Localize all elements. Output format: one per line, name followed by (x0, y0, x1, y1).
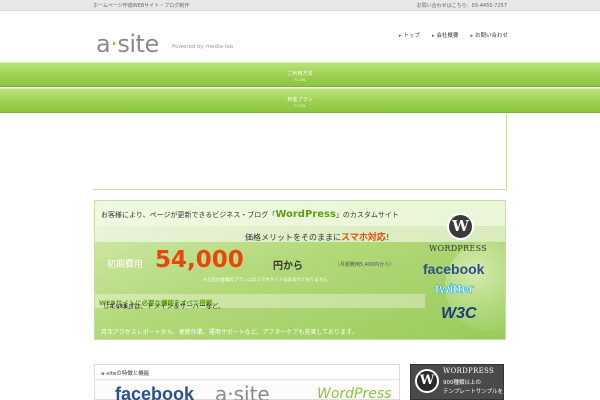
wordpress-icon: W (415, 369, 439, 393)
site-tagline: ホームページ作成WEBサイト・ブログ制作 (93, 3, 190, 9)
nav-item-sublabel: FLOW (293, 104, 307, 108)
sidead-line1: 900種類以上の (443, 380, 481, 386)
section-header: a-siteの特徴と機能 (95, 365, 399, 380)
divider-horizontal (93, 189, 507, 190)
nav-item-sublabel: PLAN (294, 78, 306, 82)
header-link-top[interactable]: トップ (399, 31, 420, 39)
logo-mark: a·site (96, 30, 159, 58)
feature-line: 「a-site」は、ドメイン＆サーバーなど、 WEBサイトに必要な機能をすべて搭載… (95, 294, 425, 310)
section-title: a-siteの特徴と機能 (101, 371, 150, 377)
price-note: ※上記の金額のプランにはスマホサイトは含まれておりません (203, 278, 328, 283)
nav-item-label: ご利用方法 (287, 71, 313, 77)
facebook-logo-preview: facebook (115, 384, 195, 400)
initial-fee-price: 54,000 (155, 247, 244, 273)
features-section: a-siteの特徴と機能 facebook a·site WordPress (94, 364, 400, 400)
wordpress-templates-ad[interactable]: W WORDPRESS 900種類以上の テンプレートサンプルを見る (410, 364, 514, 400)
logo-powered-by: Powered by media-lab (172, 44, 234, 50)
nav-item-usage[interactable]: ご利用方法 PLAN (0, 62, 600, 87)
wordpress-logo-text: WORDPRESS (429, 244, 487, 253)
banner-smartphone-line: 価格メリットをそのままにスマホ対応！ (245, 233, 394, 243)
site-logo[interactable]: a·site Powered by media-lab (96, 30, 233, 58)
support-line: 月次アクセスレポートから、更新作業、運用サポートなど、アフターケアも充実しており… (101, 329, 358, 336)
sidead-brand: WORDPRESS (443, 367, 495, 375)
sidead-line2: テンプレートサンプルを見る (443, 389, 515, 395)
facebook-logo: facebook (423, 261, 485, 277)
header-nav: トップ 会社概要 お問い合わせ (399, 31, 508, 39)
top-bar: ホームページ作成WEBサイト・ブログ制作 お問い合わせはこちら：03-4455-… (0, 0, 600, 11)
header-link-company[interactable]: 会社概要 (432, 31, 458, 39)
asite-logo-preview: a·site (215, 382, 270, 400)
wordpress-icon: W (447, 213, 474, 240)
header-link-contact[interactable]: お問い合わせ (470, 31, 508, 39)
banner-headline: お客様により、ページが更新できるビジネス・ブログ「WordPress」のカスタム… (101, 209, 399, 220)
price-suffix: 円から (273, 261, 303, 272)
wordpress-logo-preview: WordPress (317, 386, 392, 400)
nav-item-label: 料金プラン (287, 97, 313, 103)
hero-banner[interactable]: お客様により、ページが更新できるビジネス・ブログ「WordPress」のカスタム… (94, 200, 506, 340)
nav-item-pricing[interactable]: 料金プラン FLOW (0, 88, 600, 113)
contact-phone: お問い合わせはこちら：03-4455-7257 (416, 3, 507, 9)
w3c-logo: W3C (441, 305, 477, 322)
twitter-logo: twitter (435, 281, 475, 297)
initial-fee-label: 初期費用 (107, 260, 144, 270)
monthly-fee: （月額費用5,400円から） (335, 262, 395, 268)
divider-vertical (506, 114, 507, 190)
